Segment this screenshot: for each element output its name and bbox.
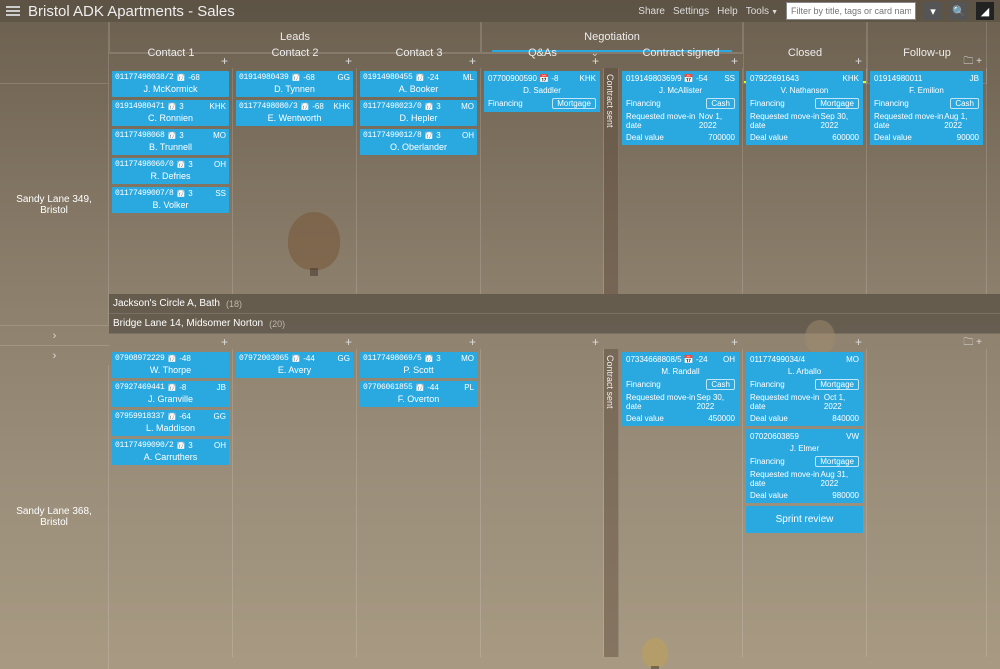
col-contract-sent-collapsed[interactable] xyxy=(604,53,619,54)
sprint-review-card[interactable]: Sprint review xyxy=(746,506,863,533)
menu-icon[interactable] xyxy=(6,6,20,16)
search-input[interactable] xyxy=(786,2,916,20)
page-title: Bristol ADK Apartments - Sales xyxy=(28,3,235,20)
board: Sandy Lane 349, Bristol › › Sandy Lane 368,… xyxy=(0,22,1000,669)
settings-link[interactable]: Settings xyxy=(673,6,709,17)
swimlane-sl368: + 07908972229-48 W. Thorpe 07927469441-8… xyxy=(109,349,1000,657)
deal-card[interactable]: 07922691643 KHK V. NathansonFinancingMor… xyxy=(746,71,863,145)
lead-card[interactable]: 07972003065-44GG E. Avery xyxy=(236,352,353,378)
topbar-right: Share Settings Help Tools▼ ▾ 🔍 ◢ xyxy=(638,2,994,20)
add-card-icon[interactable]: + xyxy=(345,54,352,68)
expand-icon[interactable]: › xyxy=(53,330,57,342)
add-card-icon[interactable]: + xyxy=(221,335,228,349)
deal-card[interactable]: 07700900590 📅 -8KHK D. SaddlerFinancingM… xyxy=(484,71,600,112)
lead-card[interactable]: 07959918337-64GG L. Maddison xyxy=(112,410,229,436)
deal-card[interactable]: 07334668808/5 📅 -24OH M. RandallFinancin… xyxy=(622,352,739,426)
add-card-icon[interactable]: + xyxy=(855,54,862,68)
swimlane-gutter: Sandy Lane 349, Bristol › › Sandy Lane 368,… xyxy=(0,22,109,669)
col-contract-signed: Contract signed xyxy=(619,53,743,54)
lead-card[interactable]: 07908972229-48 W. Thorpe xyxy=(112,352,229,378)
add-card-icon[interactable]: + xyxy=(731,54,738,68)
column-cell[interactable]: 🗀 + 01914980011 JB F. EmilionFinancingCa… xyxy=(867,68,987,294)
column-cell[interactable]: + 01914980369/9 📅 -54SS J. McAllisterFin… xyxy=(619,68,743,294)
add-card-icon[interactable]: + xyxy=(592,54,599,68)
column-cell[interactable]: + 07908972229-48 W. Thorpe 07927469441-8… xyxy=(109,349,233,657)
lead-card[interactable]: 07706061855-44PL F. Overton xyxy=(360,381,477,407)
column-contract-sent[interactable]: Contract sent xyxy=(604,349,619,657)
folder-icon[interactable]: 🗀 + xyxy=(963,335,982,352)
column-cell[interactable]: + 07922691643 KHK V. NathansonFinancingM… xyxy=(743,68,867,294)
expand-icon[interactable]: › xyxy=(53,350,57,362)
add-card-icon[interactable]: + xyxy=(469,54,476,68)
add-card-icon[interactable]: + xyxy=(345,335,352,349)
column-cell[interactable]: + 01914980455-24ML A. Booker 01177498023… xyxy=(357,68,481,294)
topbar: Bristol ADK Apartments - Sales Share Set… xyxy=(0,0,1000,22)
add-card-icon[interactable]: + xyxy=(221,54,228,68)
swimlane-label: Sandy Lane 368, Bristol xyxy=(0,365,109,669)
tools-link[interactable]: Tools▼ xyxy=(746,6,778,17)
column-cell[interactable]: + 07700900590 📅 -8KHK D. SaddlerFinancin… xyxy=(481,68,604,294)
help-link[interactable]: Help xyxy=(717,6,738,17)
share-link[interactable]: Share xyxy=(638,6,665,17)
col-contact3: Contact 3 xyxy=(357,53,481,54)
swimlane-jackson[interactable]: Jackson's Circle A, Bath(18) xyxy=(109,294,1000,314)
deal-card[interactable]: 01177499034/4 MO L. ArballoFinancingMort… xyxy=(746,352,863,426)
deal-card[interactable]: 01914980011 JB F. EmilionFinancingCashRe… xyxy=(870,71,983,145)
folder-icon[interactable]: 🗀 + xyxy=(963,54,982,71)
swimlane-label: Sandy Lane 349, Bristol xyxy=(0,84,109,325)
add-card-icon[interactable]: + xyxy=(731,335,738,349)
add-card-icon[interactable]: + xyxy=(592,335,599,349)
column-cell[interactable]: 🗀 + xyxy=(867,349,987,657)
add-card-icon[interactable]: + xyxy=(469,335,476,349)
lead-card[interactable]: 01177498069/53MO P. Scott xyxy=(360,352,477,378)
swimlane-sl349: + 01177498038/2-68 J. McKormick 01914980… xyxy=(109,68,1000,294)
lead-card[interactable]: 01177498060/03OH R. Defries xyxy=(112,158,229,184)
deal-card[interactable]: 01914980369/9 📅 -54SS J. McAllisterFinan… xyxy=(622,71,739,145)
column-cell[interactable]: + 01177498069/53MO P. Scott 07706061855-… xyxy=(357,349,481,657)
column-cell[interactable]: + 01177498038/2-68 J. McKormick 01914980… xyxy=(109,68,233,294)
swimlane-bridge[interactable]: Bridge Lane 14, Midsomer Norton(20) xyxy=(109,314,1000,334)
column-contract-sent[interactable]: Contract sent xyxy=(604,68,619,294)
filter-button[interactable]: ▾ xyxy=(924,2,942,20)
add-card-icon[interactable]: + xyxy=(855,335,862,349)
lead-card[interactable]: 01177499012/83OH O. Oberlander xyxy=(360,129,477,155)
col-qas: Q&As⌄ xyxy=(481,53,604,54)
lead-card[interactable]: 01177498023/03MO D. Hepler xyxy=(360,100,477,126)
col-contact2: Contact 2 xyxy=(233,53,357,54)
lead-card[interactable]: 01914980439-68GG D. Tynnen xyxy=(236,71,353,97)
lead-card[interactable]: 07927469441-8JB J. Granville xyxy=(112,381,229,407)
lead-card[interactable]: 01914980455-24ML A. Booker xyxy=(360,71,477,97)
column-cell[interactable]: + 07334668808/5 📅 -24OH M. RandallFinanc… xyxy=(619,349,743,657)
col-contact1: Contact 1 xyxy=(109,53,233,54)
deal-card[interactable]: 07020603859 VW J. ElmerFinancingMortgage… xyxy=(746,429,863,503)
column-cell[interactable]: + 07972003065-44GG E. Avery xyxy=(233,349,357,657)
column-cell[interactable]: + xyxy=(481,349,604,657)
profile-button[interactable]: ◢ xyxy=(976,2,994,20)
lead-card[interactable]: 01177498080/3-68KHK E. Wentworth xyxy=(236,100,353,126)
column-cell[interactable]: + 01177499034/4 MO L. ArballoFinancingMo… xyxy=(743,349,867,657)
column-cell[interactable]: + 01914980439-68GG D. Tynnen 01177498080… xyxy=(233,68,357,294)
lead-card[interactable]: 01177499090/23OH A. Carruthers xyxy=(112,439,229,465)
lead-card[interactable]: 01177499007/83SS B. Volker xyxy=(112,187,229,213)
lead-card[interactable]: 019149804713KHK C. Ronnien xyxy=(112,100,229,126)
search-button[interactable]: 🔍 xyxy=(950,2,968,20)
lead-card[interactable]: 011774980683MO B. Trunnell xyxy=(112,129,229,155)
lead-card[interactable]: 01177498038/2-68 J. McKormick xyxy=(112,71,229,97)
